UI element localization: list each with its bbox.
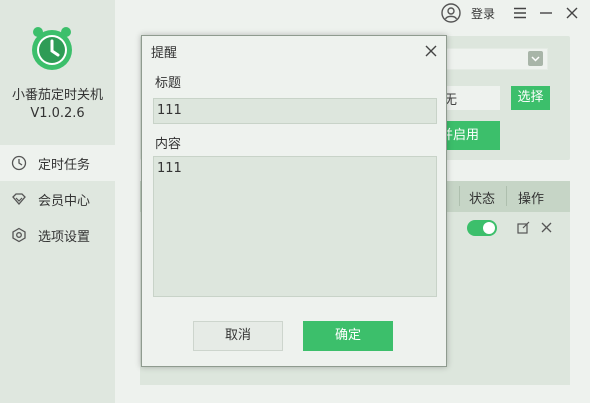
column-divider (506, 186, 507, 206)
delete-task-button[interactable] (539, 220, 553, 234)
close-window-button[interactable] (563, 4, 581, 22)
close-icon (541, 222, 551, 232)
content-field-label: 内容 (155, 137, 182, 152)
app-name: 小番茄定时关机 (11, 88, 103, 103)
edit-task-button[interactable] (516, 220, 530, 234)
column-divider (459, 186, 460, 206)
dropdown-toggle[interactable] (528, 51, 543, 66)
sidebar-item-options[interactable]: 选项设置 (0, 217, 115, 253)
minimize-button[interactable] (537, 4, 555, 22)
sidebar-item-scheduled-tasks[interactable]: 定时任务 (0, 145, 115, 181)
add-and-enable-button[interactable]: 并启用 (440, 121, 500, 150)
alarm-clock-logo-icon (32, 27, 72, 70)
minimize-icon (540, 12, 552, 14)
user-avatar-icon[interactable] (441, 3, 461, 23)
sidebar-item-label: 会员中心 (38, 193, 91, 209)
app-version: V1.0.2.6 (30, 106, 85, 121)
sidebar-item-member-center[interactable]: 会员中心 (0, 181, 115, 217)
confirm-button[interactable]: 确定 (303, 321, 393, 351)
sidebar-item-label: 选项设置 (38, 229, 91, 245)
title-field-label: 标题 (155, 76, 182, 91)
sidebar: 小番茄定时关机 V1.0.2.6 定时任务 会员中心 选项设置 (0, 0, 115, 403)
edit-icon (516, 221, 529, 234)
menu-button[interactable] (511, 4, 529, 22)
column-header-actions: 操作 (518, 192, 545, 207)
login-link[interactable]: 登录 (471, 5, 495, 22)
column-header-status: 状态 (469, 192, 496, 207)
hexagon-settings-icon (10, 226, 28, 244)
clock-icon (10, 154, 28, 172)
task-status-toggle[interactable] (467, 220, 497, 236)
chevron-down-icon (531, 55, 540, 62)
file-path-input[interactable]: 无 (440, 86, 500, 110)
close-icon (566, 7, 578, 19)
sidebar-item-label: 定时任务 (38, 157, 91, 173)
title-bar: 登录 (115, 0, 590, 30)
content-textarea[interactable]: 111 (153, 156, 437, 297)
diamond-icon (10, 190, 28, 208)
close-icon[interactable] (423, 43, 439, 59)
menu-icon (514, 7, 526, 19)
dialog-title: 提醒 (151, 46, 178, 61)
title-input[interactable]: 111 (153, 98, 437, 124)
cancel-button[interactable]: 取消 (193, 321, 283, 351)
choose-button[interactable]: 选择 (511, 86, 550, 110)
reminder-dialog: 提醒 标题 111 内容 111 取消 确定 (141, 35, 447, 367)
